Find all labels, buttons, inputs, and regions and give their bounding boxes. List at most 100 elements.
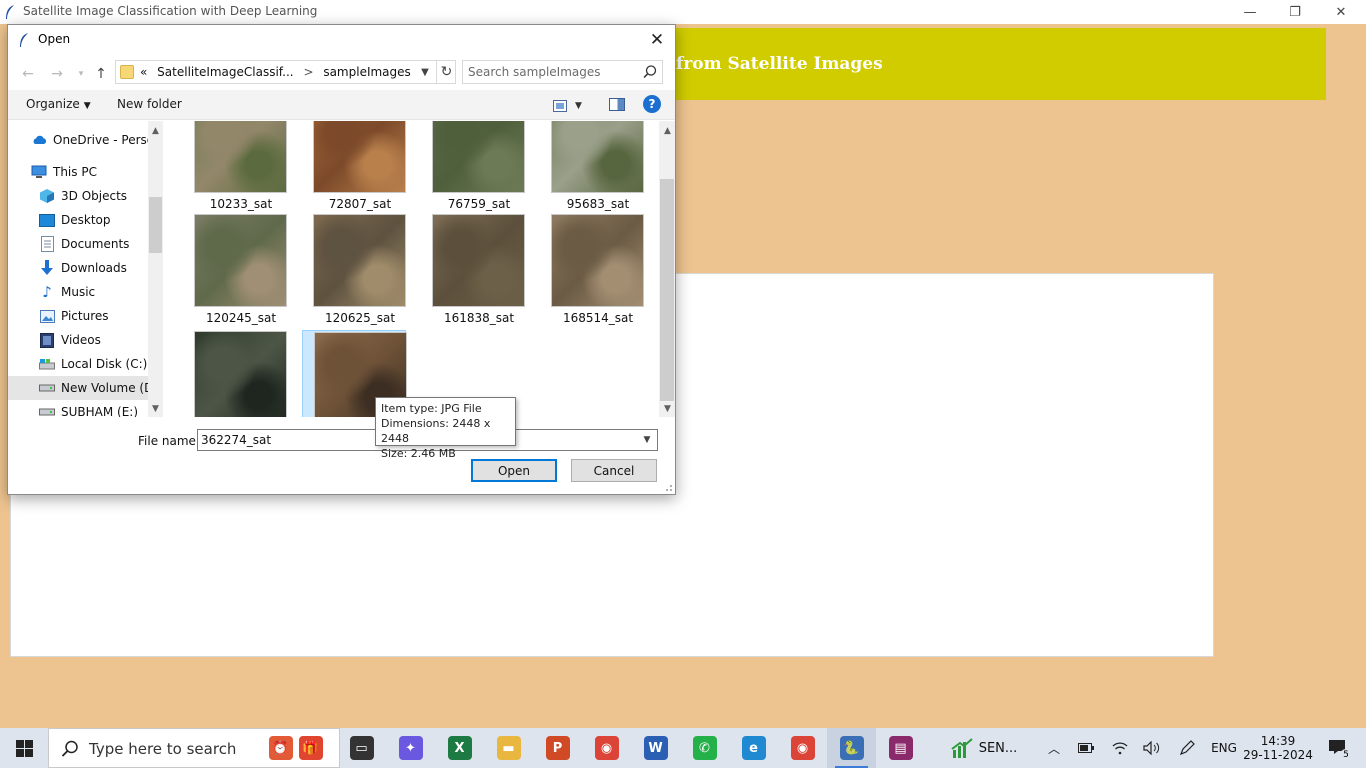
wifi-icon[interactable] bbox=[1108, 728, 1132, 768]
dialog-close-button[interactable]: ✕ bbox=[643, 27, 671, 53]
show-hidden-icons-button[interactable]: ︿ bbox=[1043, 728, 1065, 768]
task-view-icon: ▭ bbox=[349, 736, 374, 760]
notification-center-button[interactable]: 5 bbox=[1318, 728, 1358, 768]
folder-icon bbox=[120, 65, 134, 79]
back-button[interactable]: ← bbox=[17, 63, 39, 85]
chevron-down-icon[interactable]: ▼ bbox=[640, 433, 654, 447]
local-disk-icon bbox=[39, 356, 55, 372]
chevron-up-icon[interactable]: ▲ bbox=[660, 123, 675, 138]
word-icon: W bbox=[643, 736, 668, 760]
nav-item-videos[interactable]: Videos bbox=[8, 328, 148, 352]
start-button[interactable] bbox=[0, 728, 48, 768]
file-item[interactable]: 95683_sat bbox=[540, 121, 644, 216]
clock-date: 29-11-2024 bbox=[1243, 748, 1313, 762]
clock-time: 14:39 bbox=[1260, 734, 1296, 748]
file-item[interactable]: 168514_sat bbox=[540, 213, 644, 330]
file-explorer-taskbar-button[interactable]: ▬ bbox=[484, 728, 533, 768]
search-input[interactable] bbox=[468, 64, 638, 80]
whatsapp-taskbar-button[interactable]: ✆ bbox=[680, 728, 729, 768]
file-item[interactable]: 76759_sat bbox=[421, 121, 525, 216]
winrar-taskbar-button[interactable]: ▤ bbox=[876, 728, 925, 768]
address-bar[interactable]: « SatelliteImageClassif... > sampleImage… bbox=[115, 60, 456, 84]
task-view-taskbar-button[interactable]: ▭ bbox=[337, 728, 386, 768]
excel-taskbar-button[interactable]: X bbox=[435, 728, 484, 768]
nav-item-3d-objects[interactable]: 3D Objects bbox=[8, 184, 148, 208]
chrome-taskbar-button[interactable]: ◉ bbox=[778, 728, 827, 768]
file-item[interactable]: 10233_sat bbox=[183, 121, 287, 216]
volume-icon[interactable] bbox=[1140, 728, 1164, 768]
gift-app-taskbar-button[interactable]: 🎁 bbox=[286, 728, 335, 768]
nav-item-label: Videos bbox=[61, 333, 101, 347]
tooltip-item-type: Item type: JPG File bbox=[381, 402, 482, 415]
app-title-bar: Satellite Image Classification with Deep… bbox=[0, 0, 1366, 24]
app-heading: from Satellite Images bbox=[676, 54, 883, 74]
file-item[interactable]: 120625_sat bbox=[302, 213, 406, 330]
nav-item-label: This PC bbox=[53, 165, 97, 179]
restore-button[interactable]: ❐ bbox=[1272, 0, 1318, 24]
open-button[interactable]: Open bbox=[471, 459, 557, 482]
file-list-pane: 10233_sat 72807_sat 76759_sat 95683_sat 1202… bbox=[165, 121, 659, 417]
chevron-down-icon[interactable]: ▼ bbox=[148, 401, 163, 416]
scrollbar-thumb[interactable] bbox=[660, 179, 674, 401]
organize-menu-button[interactable]: Organize ▼ bbox=[26, 97, 91, 111]
nav-item-desktop[interactable]: Desktop bbox=[8, 208, 148, 232]
language-label: ENG bbox=[1211, 741, 1237, 755]
search-field[interactable] bbox=[462, 60, 663, 84]
nav-item-subham-e[interactable]: SUBHAM (E:) bbox=[8, 400, 148, 417]
nav-item-new-volume-d[interactable]: New Volume (D:) bbox=[8, 376, 148, 400]
up-button[interactable]: ↑ bbox=[90, 63, 112, 85]
recent-locations-button[interactable]: ▾ bbox=[70, 63, 92, 85]
help-icon[interactable]: ? bbox=[643, 95, 661, 113]
search-icon bbox=[643, 65, 657, 79]
python-taskbar-button[interactable]: 🐍 bbox=[827, 728, 876, 768]
nav-pane-scrollbar[interactable]: ▲ ▼ bbox=[148, 121, 163, 417]
nav-item-local-disk-c[interactable]: Local Disk (C:) bbox=[8, 352, 148, 376]
chevron-down-icon[interactable]: ▼ bbox=[660, 401, 675, 416]
chrome-taskbar-button[interactable]: ◉ bbox=[582, 728, 631, 768]
file-item[interactable]: 120245_sat bbox=[183, 213, 287, 330]
copilot-taskbar-button[interactable]: ✦ bbox=[386, 728, 435, 768]
file-item[interactable]: 161838_sat bbox=[421, 213, 525, 330]
nav-item-documents[interactable]: Documents bbox=[8, 232, 148, 256]
change-view-button[interactable]: ▼ bbox=[553, 97, 591, 115]
nav-item-downloads[interactable]: Downloads bbox=[8, 256, 148, 280]
nav-item-this-pc[interactable]: This PC bbox=[8, 160, 148, 184]
powerpoint-taskbar-button[interactable]: P bbox=[533, 728, 582, 768]
breadcrumb-item-parent[interactable]: SatelliteImageClassif... bbox=[157, 65, 293, 79]
close-window-button[interactable]: ✕ bbox=[1318, 0, 1364, 24]
winrar-icon: ▤ bbox=[888, 736, 913, 760]
clock[interactable]: 14:39 29-11-2024 bbox=[1243, 728, 1313, 768]
word-taskbar-button[interactable]: W bbox=[631, 728, 680, 768]
minimize-button[interactable]: — bbox=[1227, 0, 1273, 24]
resize-grip-icon[interactable] bbox=[663, 482, 673, 492]
new-folder-button[interactable]: New folder bbox=[117, 97, 182, 111]
search-icon bbox=[61, 740, 78, 757]
forward-button[interactable]: → bbox=[46, 63, 68, 85]
file-item[interactable]: 170535_sat bbox=[183, 330, 287, 417]
nav-item-pictures[interactable]: Pictures bbox=[8, 304, 148, 328]
breadcrumb-overflow[interactable]: « bbox=[140, 65, 147, 79]
nav-item-onedrive[interactable]: OneDrive - Person bbox=[8, 128, 148, 152]
language-indicator[interactable]: ENG bbox=[1208, 728, 1240, 768]
nav-item-music[interactable]: ♪ Music bbox=[8, 280, 148, 304]
edge-taskbar-button[interactable]: e bbox=[729, 728, 778, 768]
image-thumbnail bbox=[552, 215, 643, 306]
breadcrumb-item-current[interactable]: sampleImages bbox=[323, 65, 410, 79]
pen-icon[interactable] bbox=[1175, 728, 1199, 768]
nav-item-label: OneDrive - Person bbox=[53, 133, 148, 147]
file-pane-scrollbar[interactable]: ▲ ▼ bbox=[659, 121, 675, 417]
navigation-pane: OneDrive - Person This PC 3D Objects Des… bbox=[8, 121, 163, 417]
battery-icon[interactable] bbox=[1075, 728, 1097, 768]
chevron-down-icon[interactable]: ▼ bbox=[416, 63, 434, 81]
chevron-up-icon[interactable]: ▲ bbox=[148, 123, 163, 138]
file-item[interactable]: 72807_sat bbox=[302, 121, 406, 216]
scrollbar-thumb[interactable] bbox=[149, 197, 162, 253]
preview-pane-icon[interactable] bbox=[608, 96, 626, 114]
nav-item-label: Music bbox=[61, 285, 96, 299]
refresh-icon[interactable]: ↻ bbox=[436, 61, 456, 83]
stock-widget[interactable]: SEN... bbox=[944, 728, 1024, 768]
cancel-button[interactable]: Cancel bbox=[571, 459, 657, 482]
videos-icon bbox=[39, 332, 55, 348]
whatsapp-icon: ✆ bbox=[692, 736, 717, 760]
dialog-title-bar: Open ✕ bbox=[8, 25, 675, 55]
